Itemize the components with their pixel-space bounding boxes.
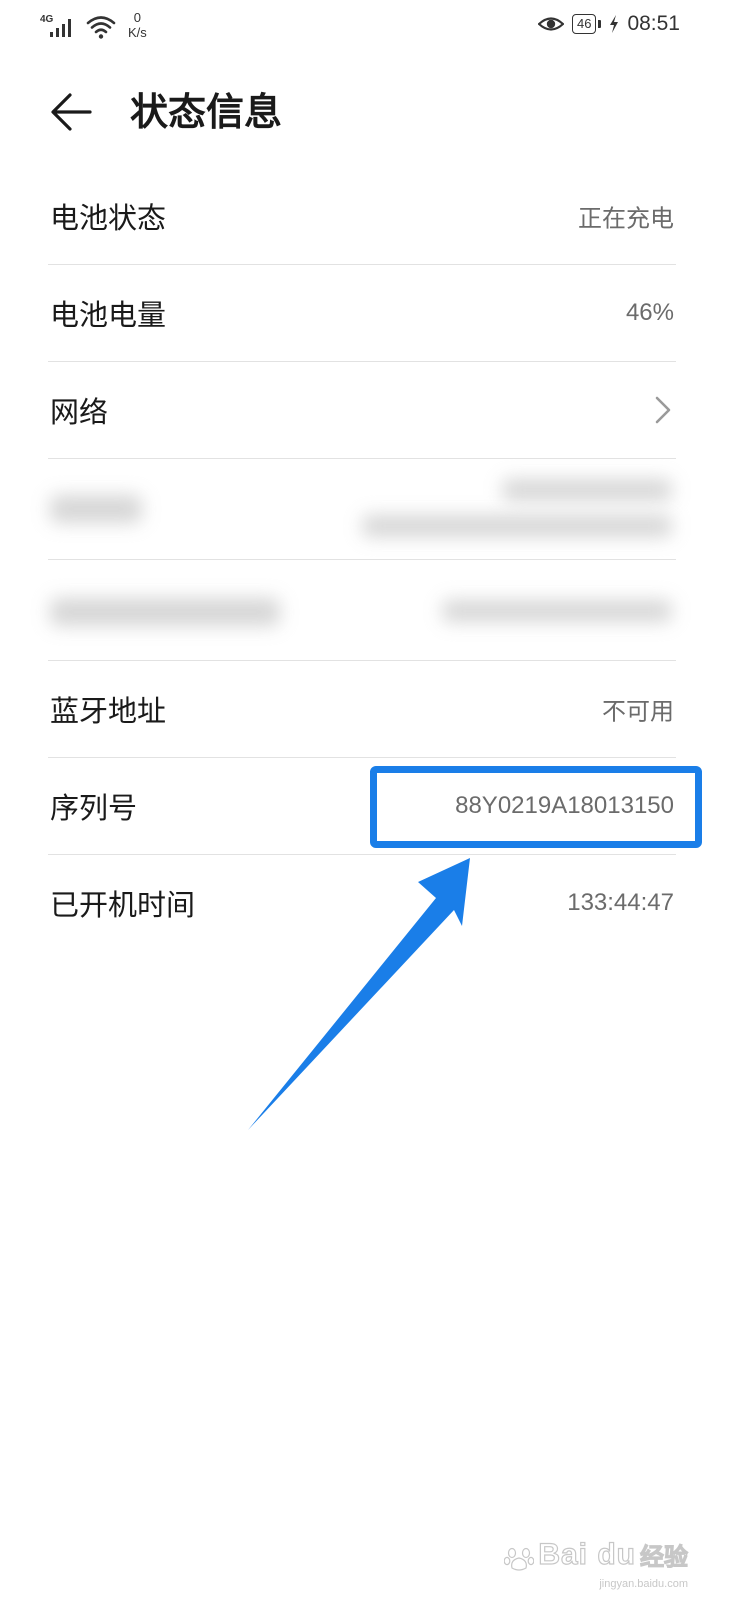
baidu-jingyan-watermark: Bai du 经验 jingyan.baidu.com: [504, 1537, 689, 1590]
status-bar-right: 46 08:51: [537, 12, 680, 36]
row-battery-level: 电池电量 46%: [48, 265, 676, 362]
row-battery-status: 电池状态 正在充电: [48, 168, 676, 265]
row-value: 46%: [625, 299, 674, 326]
row-value: 正在充电: [578, 204, 674, 233]
battery-tip: [598, 20, 602, 28]
battery-indicator: 46: [571, 14, 602, 34]
eye-comfort-icon: [537, 17, 564, 31]
row-wlan-mac-redacted: [48, 560, 676, 661]
watermark-url: jingyan.baidu.com: [599, 1578, 688, 1590]
row-ip-address-redacted: [48, 459, 676, 560]
row-bluetooth-address: 蓝牙地址 不可用: [48, 661, 676, 758]
charging-bolt-icon: [610, 15, 619, 33]
watermark-suffix: 经验: [640, 1543, 689, 1572]
battery-level: 46: [571, 14, 597, 34]
status-bar-left: 4G 0 K/s: [40, 10, 147, 42]
row-label: 序列号: [50, 791, 138, 825]
row-label: 已开机时间: [50, 888, 196, 922]
redacted-value-line1: [502, 479, 672, 501]
redacted-value-line2: [362, 515, 672, 537]
network-speed-value: 0: [133, 10, 142, 25]
network-speed-unit: K/s: [128, 25, 147, 40]
back-button[interactable]: [44, 84, 100, 140]
page-title: 状态信息: [130, 90, 283, 134]
status-time: 08:51: [627, 12, 680, 35]
app-header: 状态信息: [0, 70, 738, 154]
row-label: 蓝牙地址: [50, 694, 167, 728]
row-value: 不可用: [602, 697, 674, 726]
row-label: 电池电量: [50, 298, 167, 332]
row-label: 电池状态: [50, 201, 167, 235]
redacted-value: [442, 600, 672, 622]
row-value: 133:44:47: [567, 889, 674, 916]
row-label: 网络: [50, 395, 109, 429]
network-speed: 0 K/s: [128, 10, 147, 40]
redacted-label: [50, 495, 142, 523]
chevron-right-icon: [655, 396, 671, 424]
paw-logo-icon: [504, 1547, 535, 1571]
wifi-icon: [86, 16, 116, 39]
row-network[interactable]: 网络: [48, 362, 676, 459]
watermark-brand: Bai du: [538, 1537, 636, 1571]
row-uptime: 已开机时间 133:44:47: [48, 855, 676, 951]
cellular-signal-icon: 4G: [40, 10, 76, 40]
row-value: 88Y0219A18013150: [455, 792, 674, 819]
row-serial-number: 序列号 88Y0219A18013150: [48, 758, 676, 855]
status-bar: 4G 0 K/s 46 08:51: [0, 0, 738, 56]
redacted-label: [50, 598, 280, 626]
back-arrow-icon: [51, 93, 92, 131]
status-info-list: 电池状态 正在充电 电池电量 46% 网络 蓝牙地址 不可用 序列号 88Y02…: [48, 168, 676, 951]
